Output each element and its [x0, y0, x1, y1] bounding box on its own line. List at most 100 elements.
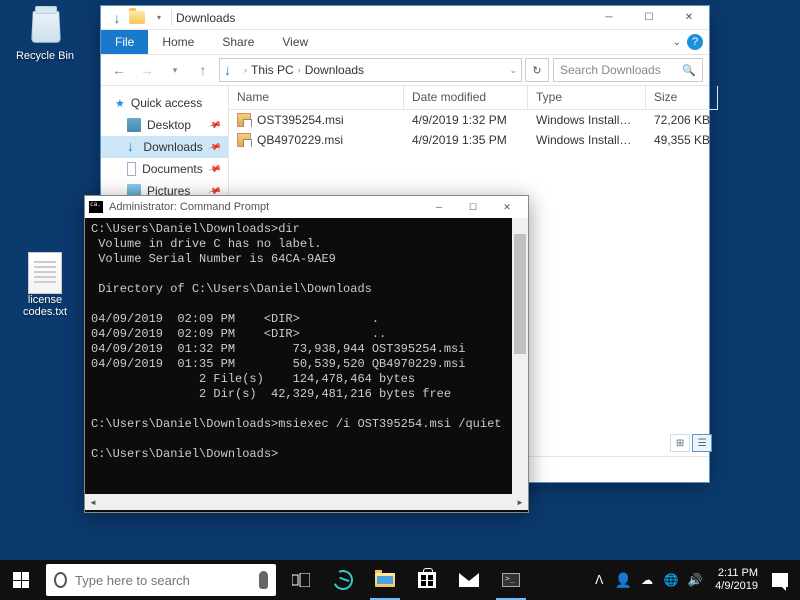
- view-details[interactable]: ☰: [692, 434, 712, 452]
- cmd-icon: [502, 573, 520, 587]
- minimize-button[interactable]: ─: [589, 6, 629, 30]
- file-name: OST395254.msi: [257, 113, 344, 127]
- store-icon: [418, 572, 436, 588]
- ribbon-tabs: File Home Share View ⌄ ?: [101, 30, 709, 54]
- back-button[interactable]: ←: [107, 58, 131, 82]
- column-date[interactable]: Date modified: [404, 86, 528, 109]
- help-icon[interactable]: ?: [687, 34, 703, 50]
- home-tab[interactable]: Home: [148, 30, 208, 54]
- license-codes-file[interactable]: license codes.txt: [10, 252, 80, 318]
- microphone-icon[interactable]: [259, 571, 268, 589]
- sidebar-item-downloads[interactable]: ↓ Downloads 📌: [101, 136, 228, 158]
- address-dropdown-icon[interactable]: ⌄: [509, 65, 517, 76]
- downloads-icon: ↓: [127, 140, 137, 154]
- clock-time: 2:11 PM: [715, 567, 758, 580]
- search-input[interactable]: [75, 573, 251, 588]
- sidebar-label: Downloads: [143, 140, 202, 154]
- cmd-titlebar[interactable]: Administrator: Command Prompt ─ ☐ ✕: [85, 196, 528, 218]
- folder-icon: [129, 11, 145, 24]
- cmd-horizontal-scrollbar[interactable]: ◄ ►: [85, 494, 528, 510]
- scrollbar-thumb[interactable]: [514, 234, 526, 354]
- file-type: Windows Installer ...: [528, 113, 646, 127]
- breadcrumb-this-pc[interactable]: This PC: [251, 63, 294, 77]
- pin-icon: 📌: [207, 161, 222, 176]
- quick-access-dropdown-icon[interactable]: ↓: [107, 8, 127, 28]
- column-type[interactable]: Type: [528, 86, 646, 109]
- sidebar-item-desktop[interactable]: Desktop 📌: [101, 114, 228, 136]
- navigation-row: ← → ▾ ↑ ↓ › This PC › Downloads ⌄ ↻ Sear…: [101, 54, 709, 86]
- taskbar-explorer[interactable]: [364, 560, 406, 600]
- column-size[interactable]: Size: [646, 86, 718, 109]
- pin-icon: 📌: [207, 139, 222, 154]
- address-bar[interactable]: ↓ › This PC › Downloads ⌄: [219, 58, 522, 82]
- scroll-right-button[interactable]: ►: [512, 494, 528, 510]
- edge-icon: [330, 567, 356, 593]
- cmd-maximize-button[interactable]: ☐: [456, 196, 490, 218]
- recycle-bin[interactable]: Recycle Bin: [10, 4, 80, 62]
- recycle-bin-label: Recycle Bin: [10, 50, 80, 62]
- start-button[interactable]: [0, 560, 42, 600]
- taskbar-edge[interactable]: [322, 560, 364, 600]
- refresh-button[interactable]: ↻: [525, 58, 549, 82]
- file-tab[interactable]: File: [101, 30, 148, 54]
- notification-icon: [772, 573, 788, 587]
- tray-people-icon[interactable]: 👤: [611, 572, 635, 589]
- sidebar-item-documents[interactable]: Documents 📌: [101, 158, 228, 180]
- view-tab[interactable]: View: [268, 30, 322, 54]
- tray-overflow[interactable]: ᐱ: [587, 573, 611, 587]
- qat-dropdown[interactable]: [129, 8, 149, 28]
- tray-volume-icon[interactable]: 🔊: [683, 573, 707, 587]
- file-date: 4/9/2019 1:35 PM: [404, 133, 528, 147]
- license-file-label: license codes.txt: [10, 294, 80, 318]
- tray-network-icon[interactable]: 🌐: [659, 573, 683, 587]
- search-box[interactable]: Search Downloads 🔍: [553, 58, 703, 82]
- chevron-right-icon: ›: [244, 65, 247, 75]
- windows-icon: [13, 572, 29, 588]
- file-size: 72,206 KB: [646, 113, 718, 127]
- share-tab[interactable]: Share: [208, 30, 268, 54]
- system-tray: ᐱ 👤 ☁ 🌐 🔊 2:11 PM 4/9/2019: [587, 560, 800, 600]
- breadcrumb-downloads[interactable]: Downloads: [305, 63, 364, 77]
- action-center-button[interactable]: [766, 573, 794, 587]
- search-placeholder: Search Downloads: [560, 63, 661, 77]
- recent-dropdown[interactable]: ▾: [163, 58, 187, 82]
- taskbar-mail[interactable]: [448, 560, 490, 600]
- tray-onedrive-icon[interactable]: ☁: [635, 573, 659, 587]
- view-buttons: ⊞ ☰: [670, 434, 712, 452]
- view-large-icons[interactable]: ⊞: [670, 434, 690, 452]
- cmd-minimize-button[interactable]: ─: [422, 196, 456, 218]
- file-row[interactable]: QB4970229.msi 4/9/2019 1:35 PM Windows I…: [229, 130, 718, 150]
- taskbar: ᐱ 👤 ☁ 🌐 🔊 2:11 PM 4/9/2019: [0, 560, 800, 600]
- clock-date: 4/9/2019: [715, 580, 758, 593]
- documents-icon: [127, 162, 136, 176]
- file-date: 4/9/2019 1:32 PM: [404, 113, 528, 127]
- cortana-icon: [54, 572, 67, 588]
- chevron-right-icon: ›: [298, 65, 301, 75]
- cmd-vertical-scrollbar[interactable]: [512, 218, 528, 494]
- sidebar-label: Documents: [142, 162, 203, 176]
- explorer-titlebar[interactable]: ↓ ▾ Downloads ─ ☐ ✕: [101, 6, 709, 30]
- file-row[interactable]: OST395254.msi 4/9/2019 1:32 PM Windows I…: [229, 110, 718, 130]
- cmd-icon: [89, 201, 103, 213]
- taskbar-cmd[interactable]: [490, 560, 532, 600]
- sidebar-item-quick-access[interactable]: ★ Quick access: [101, 92, 228, 114]
- chevron-down-icon[interactable]: ▾: [151, 8, 167, 28]
- sidebar-label: Quick access: [131, 96, 202, 110]
- scroll-left-button[interactable]: ◄: [85, 494, 101, 510]
- cmd-body[interactable]: C:\Users\Daniel\Downloads>dir Volume in …: [85, 218, 528, 494]
- column-name[interactable]: Name: [229, 86, 404, 109]
- close-button[interactable]: ✕: [669, 6, 709, 30]
- ribbon-expand-icon[interactable]: ⌄: [673, 37, 681, 48]
- maximize-button[interactable]: ☐: [629, 6, 669, 30]
- cmd-close-button[interactable]: ✕: [490, 196, 524, 218]
- separator: [171, 10, 172, 26]
- mail-icon: [459, 573, 479, 587]
- forward-button[interactable]: →: [135, 58, 159, 82]
- command-prompt-window: Administrator: Command Prompt ─ ☐ ✕ C:\U…: [84, 195, 529, 513]
- taskbar-search[interactable]: [46, 564, 276, 596]
- task-view-button[interactable]: [280, 560, 322, 600]
- downloads-icon: ↓: [224, 62, 240, 78]
- taskbar-store[interactable]: [406, 560, 448, 600]
- taskbar-clock[interactable]: 2:11 PM 4/9/2019: [707, 567, 766, 593]
- up-button[interactable]: ↑: [191, 58, 215, 82]
